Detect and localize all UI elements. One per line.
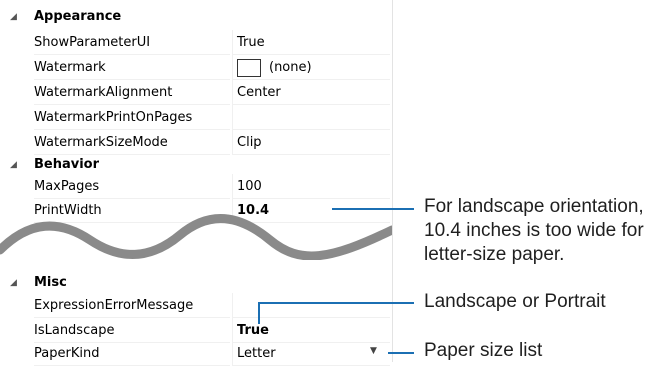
property-value[interactable]: Center	[232, 80, 390, 105]
property-name: IsLandscape	[34, 318, 230, 343]
category-misc[interactable]: ◢ Misc	[0, 272, 392, 294]
property-row[interactable]: PaperKind Letter	[0, 341, 392, 366]
collapse-triangle-icon[interactable]: ◢	[10, 154, 17, 176]
property-value[interactable]: (none)	[232, 55, 390, 80]
property-row[interactable]: IsLandscape True	[0, 318, 392, 343]
leader-line-landscape-drop	[258, 302, 260, 324]
property-name: WatermarkAlignment	[34, 80, 230, 105]
category-label: Misc	[34, 275, 67, 290]
property-row[interactable]: WatermarkAlignment Center	[0, 80, 392, 105]
category-appearance[interactable]: ◢ Appearance	[0, 6, 392, 28]
property-row[interactable]: MaxPages 100	[0, 174, 392, 199]
collapse-triangle-icon[interactable]: ◢	[10, 272, 17, 294]
property-value[interactable]: True	[232, 30, 390, 55]
property-name: PaperKind	[34, 341, 230, 366]
category-label: Behavior	[34, 157, 100, 172]
collapse-triangle-icon[interactable]: ◢	[10, 6, 17, 28]
annotation-line: 10.4 inches is too wide for	[424, 220, 644, 241]
property-row[interactable]: WatermarkPrintOnPages	[0, 105, 392, 130]
property-value[interactable]: 100	[232, 174, 390, 199]
annotation-line: For landscape orientation,	[424, 196, 644, 217]
property-value[interactable]: True	[232, 318, 390, 343]
property-name: ExpressionErrorMessage	[34, 293, 230, 318]
property-row[interactable]: WatermarkSizeMode Clip	[0, 130, 392, 155]
leader-line-print-width	[332, 208, 414, 210]
property-value[interactable]	[232, 293, 390, 318]
annotation-paper: Paper size list	[424, 340, 543, 361]
watermark-value: (none)	[269, 60, 312, 75]
annotation-landscape: Landscape or Portrait	[424, 291, 606, 312]
property-name: ShowParameterUI	[34, 30, 230, 55]
annotation-line: letter-size paper.	[424, 244, 565, 265]
property-name: MaxPages	[34, 174, 230, 199]
property-value[interactable]	[232, 105, 390, 130]
property-row[interactable]: Watermark (none)	[0, 55, 392, 80]
property-grid: ◢ Appearance ShowParameterUI True Waterm…	[0, 0, 393, 366]
break-wave	[0, 214, 392, 260]
property-name: Watermark	[34, 55, 230, 80]
watermark-swatch	[237, 58, 261, 77]
property-name: WatermarkPrintOnPages	[34, 105, 230, 130]
property-row[interactable]: ExpressionErrorMessage	[0, 293, 392, 318]
category-behavior[interactable]: ◢ Behavior	[0, 154, 392, 176]
leader-line-landscape	[258, 302, 414, 304]
category-label: Appearance	[34, 9, 122, 24]
property-value[interactable]: Letter	[232, 341, 390, 366]
annotation-print-width: For landscape orientation, 10.4 inches i…	[424, 195, 644, 267]
property-name: WatermarkSizeMode	[34, 130, 230, 155]
leader-line-paper	[388, 352, 414, 354]
property-row[interactable]: ShowParameterUI True	[0, 30, 392, 55]
property-value[interactable]: Clip	[232, 130, 390, 155]
dropdown-arrow-icon[interactable]: ▼	[370, 346, 377, 356]
